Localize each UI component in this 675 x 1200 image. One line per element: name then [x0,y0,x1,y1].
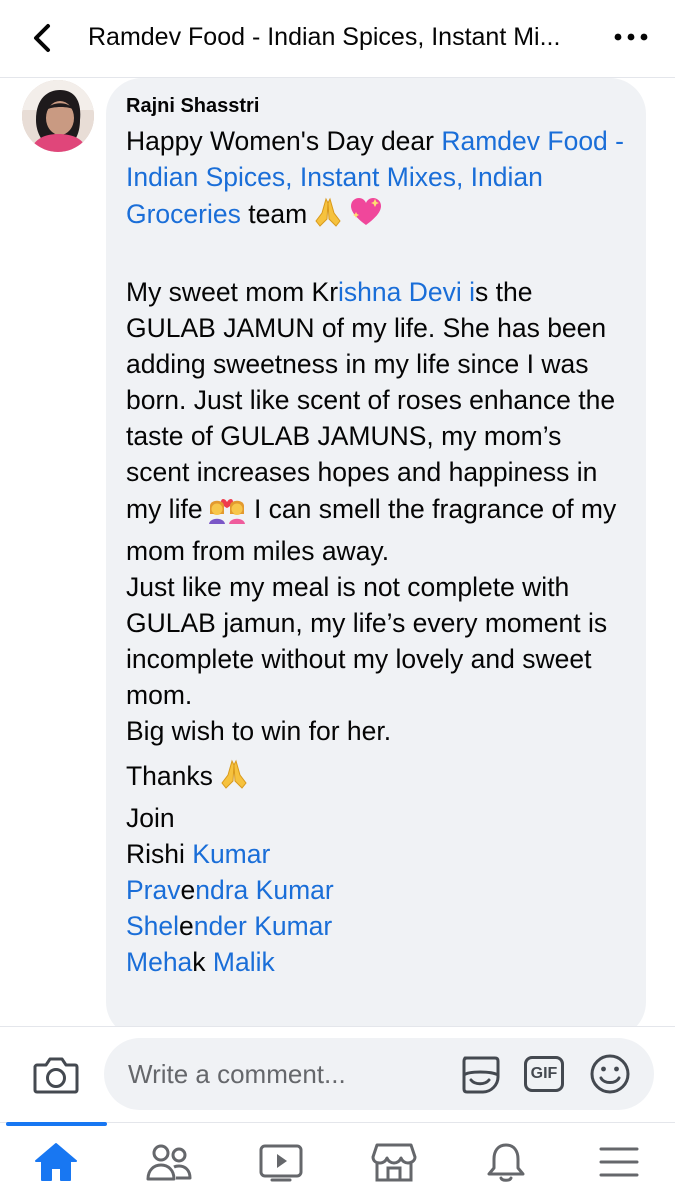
hamburger-menu-icon [599,1147,639,1176]
bell-icon [487,1143,525,1182]
profile-photo-icon [22,80,94,152]
nav-notifications[interactable] [450,1123,563,1200]
comment-bubble[interactable]: Rajni Shasstri Happy Women's Day dear Ra… [106,78,646,1038]
gif-icon: GIF [524,1056,564,1092]
marketplace-icon [371,1143,417,1181]
tag-2-text: e [180,875,196,905]
thanks-line: Thanks [126,757,626,800]
comment-input-box[interactable]: GIF [104,1038,654,1110]
nav-watch[interactable] [225,1123,338,1200]
nav-marketplace[interactable] [338,1123,451,1200]
more-dots-icon [614,33,648,41]
mention-pravendra-link-b[interactable]: ndra Kumar [195,875,333,905]
mention-shelender-link-a[interactable]: Shel [126,911,179,941]
back-button[interactable] [22,18,62,58]
story-text-middle: s the GULAB JAMUN of my life. She has be… [126,277,616,524]
wish-line: Big wish to win for her. [126,716,392,746]
mention-shelender-link-b[interactable]: nder Kumar [194,911,332,941]
page-title: Ramdev Food - Indian Spices, Instant Mi.… [88,23,561,51]
gif-button[interactable]: GIF [522,1052,566,1096]
bottom-nav [0,1122,675,1200]
tag-line-4: Mehak Malik [126,944,626,980]
mention-malik-link[interactable]: Malik [213,947,275,977]
story-text-start: My sweet mom Kr [126,277,339,307]
comment-input[interactable] [128,1056,438,1092]
greeting-text: Happy Women's Day dear [126,126,442,156]
more-options-button[interactable] [606,22,656,52]
nav-friends[interactable] [113,1123,226,1200]
home-icon [35,1142,78,1181]
thanks-text: Thanks [126,761,213,791]
sticker-button[interactable] [458,1052,502,1096]
join-line: Join [126,803,175,833]
camera-icon [33,1057,79,1094]
camera-button[interactable] [32,1051,80,1099]
sparkling-heart-emoji-icon [349,195,383,238]
watch-video-icon [259,1144,303,1181]
women-heart-emoji-icon [207,490,247,533]
mention-krishna-devi-link[interactable]: ishna Devi i [338,277,475,307]
top-bar: Ramdev Food - Indian Spices, Instant Mi.… [0,0,675,78]
chevron-left-icon [34,24,50,52]
comment-composer: GIF [0,1026,675,1122]
comment-body: Happy Women's Day dear Ramdev Food - Ind… [126,123,626,980]
tag-line-3: Shelender Kumar [126,908,626,944]
tag-line-1: Rishi Kumar [126,836,626,872]
folded-hands-emoji-icon [217,757,251,800]
tag-3-text: e [179,911,194,941]
nav-menu[interactable] [563,1123,675,1200]
sticker-icon [462,1056,500,1094]
tag-1-text: Rishi [126,839,193,869]
nav-home[interactable] [0,1122,113,1200]
tag-line-2: Pravendra Kumar [126,872,626,908]
tag-4-text: k [192,947,213,977]
friends-icon [146,1144,192,1180]
story-paragraph: My sweet mom Krishna Devi is the GULAB J… [126,274,626,569]
smiley-icon [590,1054,630,1094]
folded-hands-emoji-icon [311,195,345,238]
avatar[interactable] [22,80,94,152]
mention-kumar-link[interactable]: Kumar [192,839,270,869]
greeting-line: Happy Women's Day dear Ramdev Food - Ind… [126,123,626,238]
greeting-end-text: team [240,199,308,229]
comment-author[interactable]: Rajni Shasstri [126,93,626,119]
mention-mehak-link[interactable]: Meha [126,947,192,977]
meal-paragraph: Just like my meal is not complete with G… [126,572,608,710]
emoji-button[interactable] [588,1052,632,1096]
mention-pravendra-link-a[interactable]: Prav [126,875,181,905]
